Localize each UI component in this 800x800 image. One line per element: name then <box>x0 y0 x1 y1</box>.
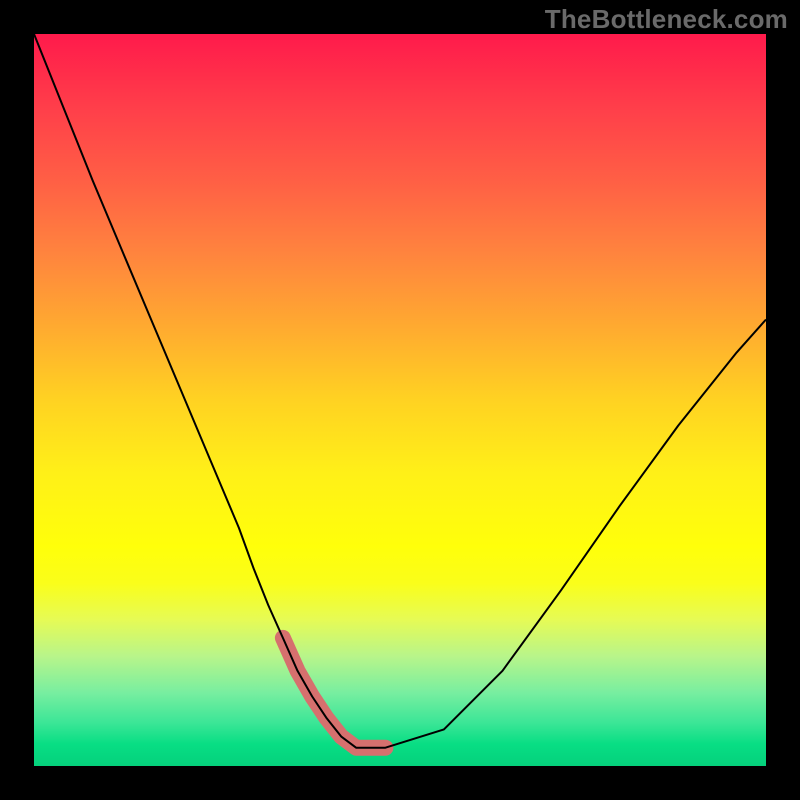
highlight-segment <box>283 638 386 748</box>
main-curve <box>34 34 766 748</box>
chart-frame: TheBottleneck.com <box>0 0 800 800</box>
chart-svg <box>34 34 766 766</box>
plot-area <box>34 34 766 766</box>
watermark-text: TheBottleneck.com <box>545 4 788 35</box>
